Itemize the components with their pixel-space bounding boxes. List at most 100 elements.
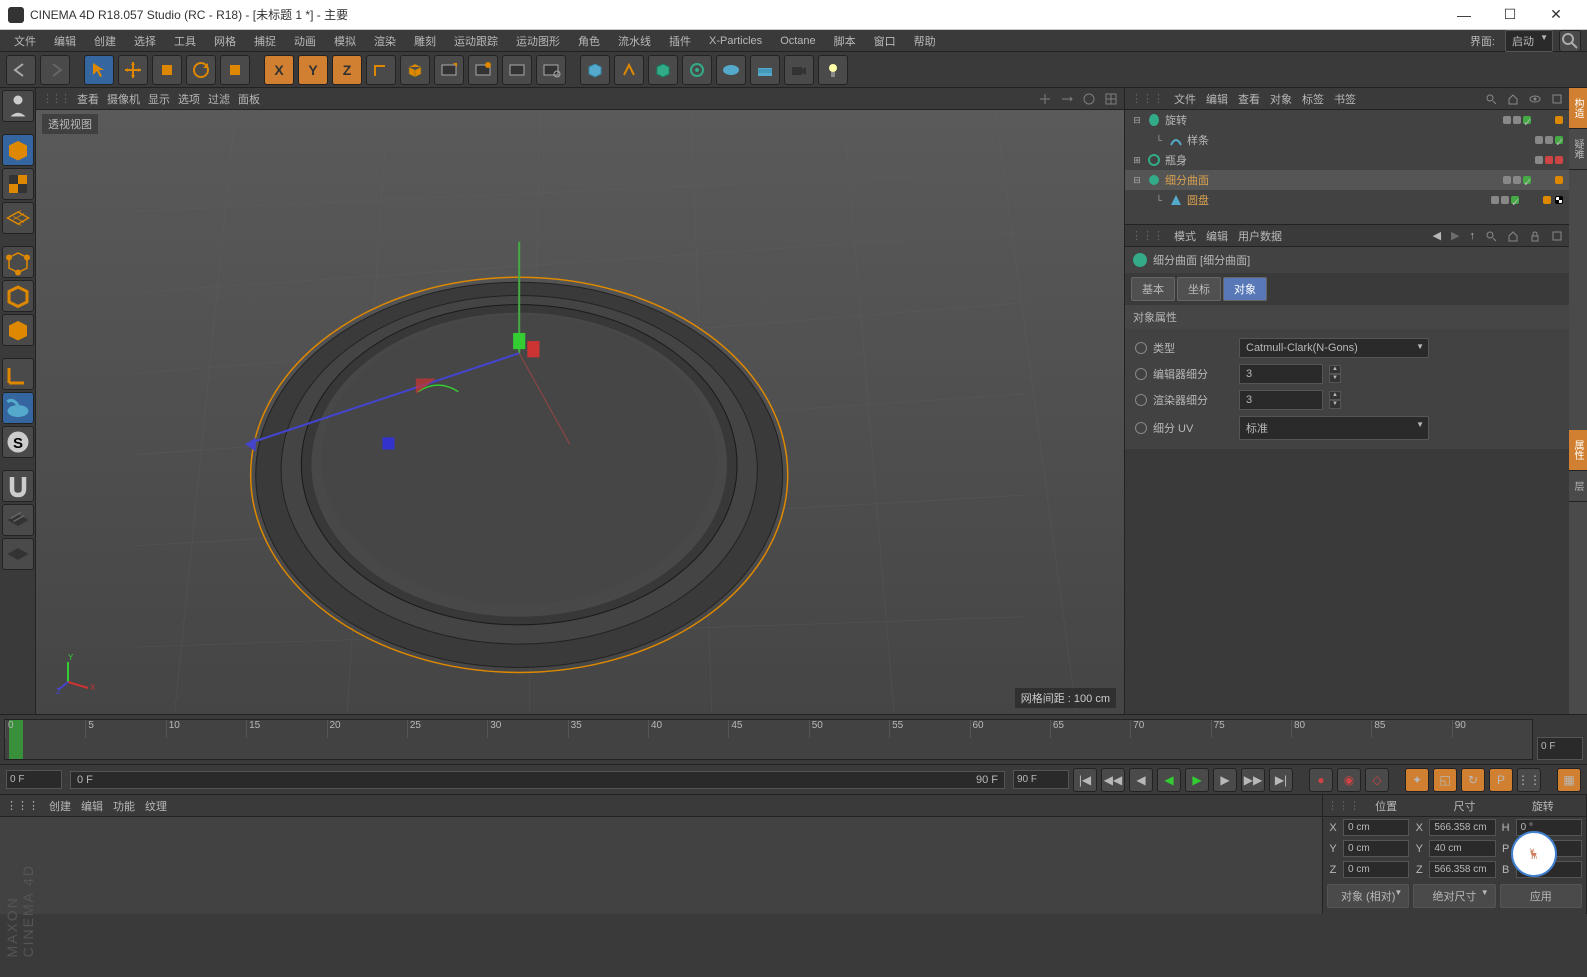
menu-edit[interactable]: 编辑 [46,30,84,52]
tree-row-disc[interactable]: └ 圆盘 ✓ [1125,190,1569,210]
last-tool-button[interactable] [220,55,250,85]
attr-mode[interactable]: 模式 [1174,228,1196,244]
pos-z-input[interactable]: 0 cm [1343,861,1409,878]
vp-display[interactable]: 显示 [148,91,170,107]
search-icon[interactable] [1485,230,1497,242]
vp-filter[interactable]: 过滤 [208,91,230,107]
render-region-button[interactable] [502,55,532,85]
mat-edit[interactable]: 编辑 [81,798,103,814]
menu-plugins[interactable]: 插件 [661,30,699,52]
menu-xparticles[interactable]: X-Particles [701,32,770,50]
goto-prev-key-button[interactable]: ◀◀ [1101,768,1125,792]
size-z-input[interactable]: 566.358 cm [1429,861,1495,878]
goto-start-button[interactable]: |◀ [1073,768,1097,792]
menu-mesh[interactable]: 网格 [206,30,244,52]
vp-nav2-icon[interactable] [1060,92,1074,106]
tree-row-spline[interactable]: └ 样条 ✓ [1125,130,1569,150]
attr-editor-sub-input[interactable]: 3 [1239,364,1323,384]
keyframe-sel-button[interactable]: ◇ [1365,768,1389,792]
om-edit[interactable]: 编辑 [1206,91,1228,107]
rtab-layer[interactable]: 层 [1569,471,1587,502]
generator-button[interactable] [648,55,678,85]
om-bookmarks[interactable]: 书签 [1334,91,1356,107]
vp-view[interactable]: 查看 [77,91,99,107]
expand-icon[interactable]: ⊟ [1131,175,1143,186]
rotate-button[interactable] [186,55,216,85]
key-param-button[interactable]: P [1489,768,1513,792]
search-button[interactable] [1559,30,1581,52]
autokey-button[interactable]: ◉ [1337,768,1361,792]
lock-icon[interactable] [1529,230,1541,242]
workplane-mode-button[interactable] [2,202,34,234]
menu-help[interactable]: 帮助 [906,30,944,52]
timeline-options-button[interactable]: ▦ [1557,768,1581,792]
menu-mograph[interactable]: 运动图形 [508,30,568,52]
spinner[interactable]: ▲▼ [1329,365,1341,383]
light-button[interactable] [818,55,848,85]
camera-button[interactable] [784,55,814,85]
play-forward-button[interactable]: ▶ [1185,768,1209,792]
attr-render-sub-input[interactable]: 3 [1239,390,1323,410]
minimize-button[interactable]: — [1441,0,1487,30]
deformer-button[interactable] [682,55,712,85]
vp-nav4-icon[interactable] [1104,92,1118,106]
live-select-button[interactable] [84,55,114,85]
move-button[interactable] [118,55,148,85]
goto-next-key-button[interactable]: ▶▶ [1241,768,1265,792]
fwd-icon[interactable]: ▶ [1451,229,1459,242]
menu-tools[interactable]: 工具 [166,30,204,52]
key-rot-button[interactable]: ↻ [1461,768,1485,792]
attr-edit[interactable]: 编辑 [1206,228,1228,244]
om-tags[interactable]: 标签 [1302,91,1324,107]
pos-x-input[interactable]: 0 cm [1343,819,1409,836]
viewport-3d[interactable]: 透视视图 [36,110,1124,714]
rtab-construct[interactable]: 构造 [1569,88,1587,129]
up-icon[interactable]: ↑ [1470,230,1476,242]
grip-icon[interactable]: ⋮⋮⋮ [1131,92,1164,105]
size-x-input[interactable]: 566.358 cm [1429,819,1495,836]
attr-anim-toggle[interactable] [1135,422,1147,434]
render-settings-button[interactable] [536,55,566,85]
menu-animate[interactable]: 动画 [286,30,324,52]
tree-row-sds[interactable]: ⊟ 细分曲面 ✓ [1125,170,1569,190]
undo-button[interactable] [6,55,36,85]
timeline[interactable]: 051015202530354045505560657075808590 [4,719,1533,760]
attr-anim-toggle[interactable] [1135,368,1147,380]
spline-pen-button[interactable] [614,55,644,85]
menu-script[interactable]: 脚本 [826,30,864,52]
coord-space-select[interactable]: 对象 (相对) [1327,884,1409,908]
material-manager[interactable]: ⋮⋮⋮ 创建 编辑 功能 纹理 [0,795,1323,914]
locked-workplane-button[interactable] [2,538,34,570]
redo-button[interactable] [40,55,70,85]
layers-icon[interactable] [1551,93,1563,105]
vp-cameras[interactable]: 摄像机 [107,91,140,107]
menu-simulate[interactable]: 模拟 [326,30,364,52]
attr-type-select[interactable]: Catmull-Clark(N-Gons) [1239,338,1429,358]
environment-button[interactable] [716,55,746,85]
key-scale-button[interactable]: ◱ [1433,768,1457,792]
tree-row-bottle[interactable]: ⊞ 瓶身 [1125,150,1569,170]
mat-texture[interactable]: 纹理 [145,798,167,814]
menu-file[interactable]: 文件 [6,30,44,52]
rtab-trouble[interactable]: 疑难 [1569,129,1587,170]
vp-nav3-icon[interactable] [1082,92,1096,106]
primitive-cube-button[interactable] [580,55,610,85]
menu-sculpt[interactable]: 雕刻 [406,30,444,52]
axis-y-button[interactable]: Y [298,55,328,85]
home-icon[interactable] [1507,230,1519,242]
pos-y-input[interactable]: 0 cm [1343,840,1409,857]
rtab-attr[interactable]: 属性 [1569,430,1587,471]
vp-options[interactable]: 选项 [178,91,200,107]
grip-icon[interactable]: ⋮⋮⋮ [1327,799,1347,812]
goto-end-button[interactable]: ▶| [1269,768,1293,792]
edge-mode-button[interactable] [2,280,34,312]
menu-character[interactable]: 角色 [570,30,608,52]
attr-tab-coord[interactable]: 坐标 [1177,277,1221,301]
menu-pipeline[interactable]: 流水线 [610,30,659,52]
axis-lock-button[interactable] [2,358,34,390]
point-mode-button[interactable] [2,246,34,278]
coord-apply-button[interactable]: 应用 [1500,884,1582,908]
make-editable-button[interactable] [2,90,34,122]
menu-window[interactable]: 窗口 [866,30,904,52]
om-view[interactable]: 查看 [1238,91,1260,107]
